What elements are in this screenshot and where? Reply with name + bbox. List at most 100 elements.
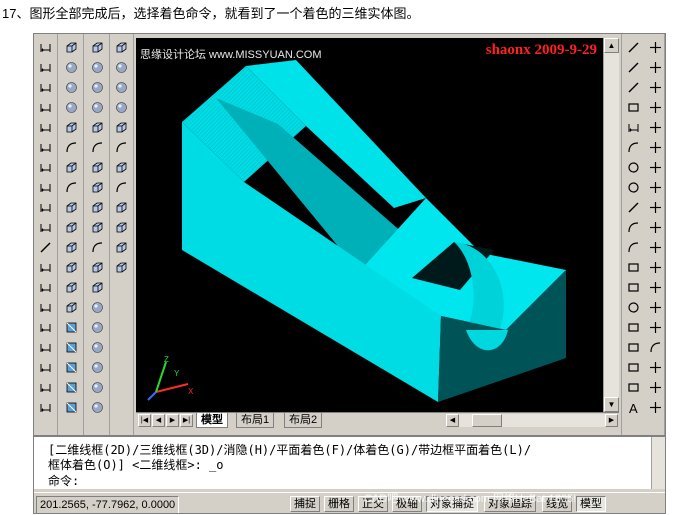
- torus-icon[interactable]: [88, 138, 107, 157]
- edit-icon[interactable]: [36, 358, 55, 377]
- offset-icon[interactable]: [646, 98, 665, 117]
- rectangle-icon[interactable]: [624, 118, 643, 137]
- scroll-left-arrow-icon[interactable]: ◀: [446, 414, 459, 427]
- command-scrollbar[interactable]: [651, 437, 665, 489]
- dimension-icon[interactable]: [36, 58, 55, 77]
- extrude-icon[interactable]: [112, 158, 131, 177]
- polygon-icon[interactable]: [624, 98, 643, 117]
- torus-icon[interactable]: [112, 138, 131, 157]
- revolve-icon[interactable]: [112, 178, 131, 197]
- cylinder-icon[interactable]: [112, 78, 131, 97]
- dimension-icon[interactable]: [36, 38, 55, 57]
- union-icon[interactable]: [88, 158, 107, 177]
- section-icon[interactable]: [112, 218, 131, 237]
- extrude-icon[interactable]: [62, 158, 81, 177]
- style-icon[interactable]: [36, 398, 55, 417]
- line-icon[interactable]: [624, 38, 643, 57]
- construction-line-icon[interactable]: [624, 58, 643, 77]
- spline-icon[interactable]: [624, 198, 643, 217]
- ordinate-icon[interactable]: [36, 118, 55, 137]
- revcloud-icon[interactable]: [624, 178, 643, 197]
- prev-tab-icon[interactable]: ◀: [152, 414, 165, 427]
- tab-model[interactable]: 模型: [196, 413, 228, 428]
- slice-icon[interactable]: [112, 198, 131, 217]
- revolve-icon[interactable]: [62, 178, 81, 197]
- move-icon[interactable]: [646, 138, 665, 157]
- erase-icon[interactable]: [646, 38, 665, 57]
- dimension-icon[interactable]: [36, 98, 55, 117]
- vertical-scrollbar[interactable]: ▲ ▼: [603, 38, 619, 412]
- update-icon[interactable]: [36, 378, 55, 397]
- wedge-icon[interactable]: [62, 118, 81, 137]
- sphere-icon[interactable]: [88, 58, 107, 77]
- hatch-icon[interactable]: [624, 318, 643, 337]
- setup-icon[interactable]: [62, 278, 81, 297]
- cylinder-icon[interactable]: [62, 78, 81, 97]
- circle-icon[interactable]: [624, 158, 643, 177]
- wedge-icon[interactable]: [112, 118, 131, 137]
- table-icon[interactable]: [624, 378, 643, 397]
- box-icon[interactable]: [88, 38, 107, 57]
- render-icon[interactable]: [88, 298, 107, 317]
- fillet-icon[interactable]: [646, 338, 665, 357]
- dimension-icon[interactable]: [36, 198, 55, 217]
- explode-icon[interactable]: [646, 358, 665, 377]
- slice-icon[interactable]: [62, 198, 81, 217]
- box-icon[interactable]: [62, 38, 81, 57]
- cone-icon[interactable]: [112, 98, 131, 117]
- tolerance-icon[interactable]: [36, 258, 55, 277]
- copy-icon[interactable]: [646, 58, 665, 77]
- cone-icon[interactable]: [62, 98, 81, 117]
- insert-icon[interactable]: [624, 258, 643, 277]
- intersect-icon[interactable]: [88, 198, 107, 217]
- dimension-icon[interactable]: [36, 218, 55, 237]
- explode-icon[interactable]: [646, 378, 665, 397]
- polyline-icon[interactable]: [624, 78, 643, 97]
- shade-icon[interactable]: [62, 338, 81, 357]
- dimension-icon[interactable]: [36, 338, 55, 357]
- section-icon[interactable]: [62, 218, 81, 237]
- shade-icon[interactable]: [62, 378, 81, 397]
- block-icon[interactable]: [624, 278, 643, 297]
- gradient-icon[interactable]: [624, 338, 643, 357]
- cylinder-icon[interactable]: [88, 78, 107, 97]
- diameter-icon[interactable]: [36, 158, 55, 177]
- leader-icon[interactable]: [36, 238, 55, 257]
- command-window[interactable]: [二维线框(2D)/三维线框(3D)/消隐(H)/平面着色(F)/体着色(G)/…: [34, 435, 665, 489]
- horizontal-scrollbar[interactable]: ◀ ▶: [446, 414, 618, 427]
- drawing-viewport[interactable]: Z Y X 思缘设计论坛 www.MISSYUAN.COM shaonx 200…: [136, 38, 603, 412]
- dimension-icon[interactable]: [36, 298, 55, 317]
- light-icon[interactable]: [88, 318, 107, 337]
- text-icon[interactable]: A: [624, 398, 643, 417]
- extrude-icon[interactable]: [88, 218, 107, 237]
- command-prompt[interactable]: 命令:: [48, 472, 79, 489]
- scroll-right-arrow-icon[interactable]: ▶: [605, 414, 618, 427]
- angle-icon[interactable]: [36, 178, 55, 197]
- arc-icon[interactable]: [624, 138, 643, 157]
- scroll-thumb[interactable]: [472, 414, 502, 427]
- fog-icon[interactable]: [88, 398, 107, 417]
- cone-icon[interactable]: [88, 98, 107, 117]
- last-tab-icon[interactable]: ▶|: [180, 414, 193, 427]
- dimension-icon[interactable]: [36, 78, 55, 97]
- box-icon[interactable]: [112, 38, 131, 57]
- tab-layout2[interactable]: 布局2: [284, 413, 323, 428]
- rotate-icon[interactable]: [646, 158, 665, 177]
- radius-icon[interactable]: [36, 138, 55, 157]
- scene-icon[interactable]: [88, 338, 107, 357]
- mirror-icon[interactable]: [646, 78, 665, 97]
- torus-icon[interactable]: [62, 138, 81, 157]
- explode-icon[interactable]: [646, 398, 665, 417]
- status-toggle-0[interactable]: 捕捉: [290, 496, 320, 512]
- interfere-icon[interactable]: [62, 238, 81, 257]
- status-toggle-1[interactable]: 栅格: [324, 496, 354, 512]
- wedge-icon[interactable]: [88, 118, 107, 137]
- sphere-icon[interactable]: [62, 58, 81, 77]
- trim-icon[interactable]: [646, 218, 665, 237]
- first-tab-icon[interactable]: |◀: [138, 414, 151, 427]
- scroll-down-arrow-icon[interactable]: ▼: [604, 397, 619, 412]
- scale-icon[interactable]: [646, 178, 665, 197]
- interfere-icon[interactable]: [112, 238, 131, 257]
- chamfer-icon[interactable]: [646, 318, 665, 337]
- break-icon[interactable]: [646, 278, 665, 297]
